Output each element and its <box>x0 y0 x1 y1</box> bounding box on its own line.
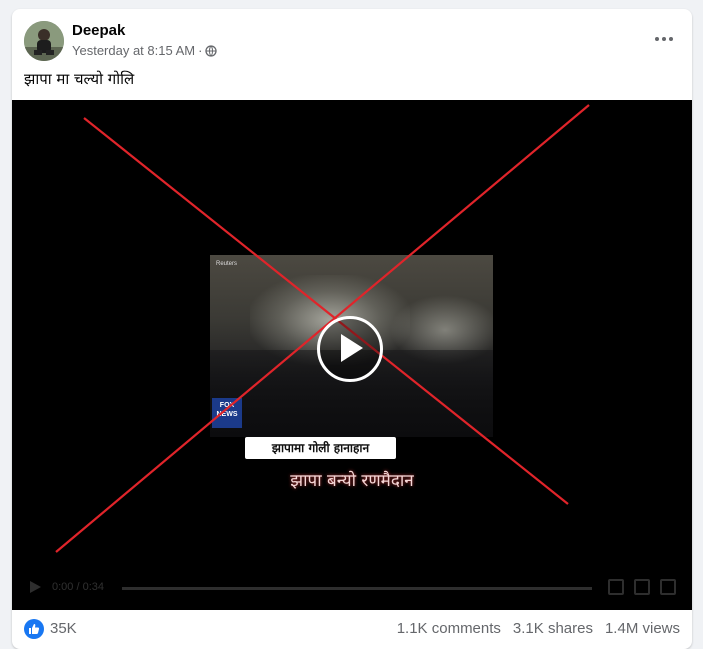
progress-bar[interactable] <box>122 587 592 590</box>
post-caption: झापा मा चल्यो गोलि <box>24 70 135 88</box>
more-options-button[interactable] <box>650 29 678 49</box>
globe-icon <box>205 44 218 57</box>
play-button[interactable] <box>317 316 383 382</box>
settings-icon[interactable] <box>608 579 624 595</box>
video-player[interactable]: Reuters FOX NEWS झापामा गोली हानाहान झाप… <box>12 100 692 610</box>
reaction-count[interactable]: 35K <box>50 620 77 637</box>
video-time: 0:00 / 0:34 <box>52 581 104 593</box>
post-timestamp[interactable]: Yesterday at 8:15 AM <box>72 43 195 58</box>
views-count: 1.4M views <box>604 620 680 637</box>
x-stroke-1 <box>83 117 569 505</box>
engagement-stats: 1.1K comments 3.1K shares 1.4M views <box>397 620 680 637</box>
post-header: Deepak Yesterday at 8:15 AM · झापा मा चल… <box>12 9 692 101</box>
video-controls: 0:00 / 0:34 <box>12 568 692 608</box>
thumbs-up-icon[interactable] <box>24 619 44 639</box>
author-name[interactable]: Deepak <box>72 22 125 39</box>
post-card: Deepak Yesterday at 8:15 AM · झापा मा चल… <box>12 9 692 649</box>
control-play-icon[interactable] <box>28 580 42 594</box>
fullscreen-icon[interactable] <box>634 579 650 595</box>
dot-icon <box>655 37 659 41</box>
dot-icon <box>662 37 666 41</box>
post-meta: Yesterday at 8:15 AM · <box>72 43 218 58</box>
shares-count[interactable]: 3.1K shares <box>513 620 593 637</box>
volume-icon[interactable] <box>660 579 676 595</box>
avatar[interactable] <box>24 21 64 61</box>
comments-count[interactable]: 1.1K comments <box>397 620 501 637</box>
meta-separator: · <box>198 43 203 58</box>
dot-icon <box>669 37 673 41</box>
play-icon <box>341 334 363 362</box>
post-footer: 35K 1.1K comments 3.1K shares 1.4M views <box>12 610 692 648</box>
